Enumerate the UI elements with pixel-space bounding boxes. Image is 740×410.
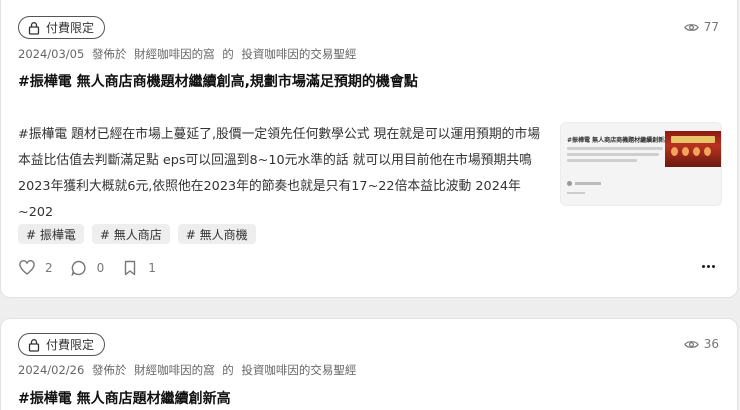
thumbnail-image bbox=[665, 131, 721, 167]
post-thumbnail[interactable]: #振樺電 無人商店商機題材繼續創新高 bbox=[560, 122, 722, 206]
eye-icon bbox=[683, 23, 699, 31]
space-link[interactable]: 財經咖啡因的窩 bbox=[134, 47, 215, 61]
of-label: 的 bbox=[222, 47, 234, 61]
comment-button[interactable]: 0 bbox=[71, 260, 105, 276]
tag-list: # 振樺電 # 無人商店 # 無人商機 bbox=[18, 224, 256, 244]
bookmark-count: 1 bbox=[148, 261, 156, 275]
heart-icon bbox=[19, 260, 35, 275]
post-card[interactable]: 付費限定 77 2024/03/05 發佈於 財經咖啡因的窩 的 投資咖啡因的交… bbox=[0, 0, 738, 298]
badge-label: 付費限定 bbox=[46, 21, 95, 35]
post-excerpt[interactable]: #振樺電 題材已經在市場上蔓延了,股價一定領先任何數學公式 現在就是可以運用預期… bbox=[18, 122, 550, 226]
post-date: 2024/03/05 bbox=[18, 47, 85, 61]
comment-count: 0 bbox=[96, 261, 105, 275]
lock-icon bbox=[28, 21, 40, 35]
post-meta: 2024/03/05 發佈於 財經咖啡因的窩 的 投資咖啡因的交易聖經 bbox=[18, 46, 360, 62]
post-title[interactable]: #振樺電 無人商店商機題材繼續創高,規劃市場滿足預期的機會點 bbox=[18, 71, 418, 91]
thumbnail-title: #振樺電 無人商店商機題材繼續創新高 bbox=[567, 137, 671, 144]
of-label: 的 bbox=[222, 363, 234, 377]
view-count: 77 bbox=[683, 20, 719, 34]
tag-chip[interactable]: # 振樺電 bbox=[18, 224, 84, 244]
badge-label: 付費限定 bbox=[46, 338, 95, 352]
published-in-label: 發佈於 bbox=[91, 363, 127, 377]
paid-badge: 付費限定 bbox=[18, 333, 106, 356]
post-meta: 2024/02/26 發佈於 財經咖啡因的窩 的 投資咖啡因的交易聖經 bbox=[18, 362, 360, 378]
lock-icon bbox=[28, 338, 40, 352]
post-actions: 2 0 1 bbox=[19, 260, 174, 276]
post-title[interactable]: #振樺電 無人商店題材繼續創新高 bbox=[18, 388, 231, 408]
thumbnail-description bbox=[567, 147, 665, 162]
view-count-value: 36 bbox=[703, 337, 719, 351]
view-count-value: 77 bbox=[703, 20, 719, 34]
published-in-label: 發佈於 bbox=[91, 47, 127, 61]
tag-chip[interactable]: # 無人商店 bbox=[91, 224, 170, 244]
eye-icon bbox=[683, 340, 699, 348]
tag-chip[interactable]: # 無人商機 bbox=[177, 224, 256, 244]
category-link[interactable]: 投資咖啡因的交易聖經 bbox=[241, 363, 356, 377]
view-count: 36 bbox=[683, 337, 719, 351]
paid-badge: 付費限定 bbox=[18, 16, 106, 39]
bookmark-button[interactable]: 1 bbox=[122, 260, 156, 276]
like-count: 2 bbox=[45, 261, 53, 275]
category-link[interactable]: 投資咖啡因的交易聖經 bbox=[241, 47, 356, 61]
post-card[interactable]: 付費限定 36 2024/02/26 發佈於 財經咖啡因的窩 的 投資咖啡因的交… bbox=[0, 318, 738, 410]
comment-icon bbox=[71, 260, 86, 276]
post-date: 2024/02/26 bbox=[18, 363, 85, 377]
thumbnail-source bbox=[567, 181, 601, 186]
thumbnail-date bbox=[567, 191, 585, 196]
space-link[interactable]: 財經咖啡因的窩 bbox=[134, 363, 215, 377]
like-button[interactable]: 2 bbox=[19, 260, 53, 276]
more-icon[interactable] bbox=[702, 265, 715, 268]
bookmark-icon bbox=[125, 260, 136, 276]
